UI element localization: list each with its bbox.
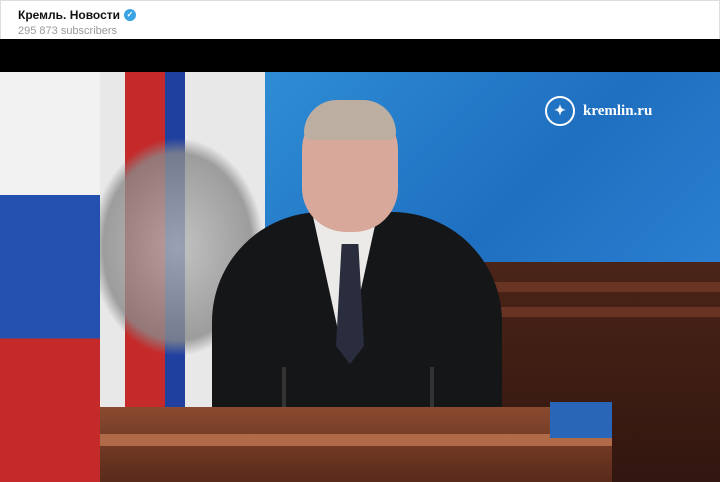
watermark-text: kremlin.ru [583, 102, 653, 119]
video-frame[interactable]: ✦ kremlin.ru [0, 72, 720, 482]
channel-header[interactable]: Кремль. Новости ✓ 295 873 subscribers [0, 0, 720, 39]
subscriber-count: 295 873 subscribers [18, 25, 118, 37]
eagle-emblem-icon: ✦ [545, 96, 575, 126]
speaker-hair [304, 100, 396, 140]
channel-title[interactable]: Кремль. Новости ✓ [18, 8, 137, 22]
verified-check-icon: ✓ [124, 9, 137, 21]
podium-panel [550, 402, 612, 438]
channel-name: Кремль. Новости [18, 8, 121, 22]
watermark: ✦ kremlin.ru [545, 96, 652, 126]
russian-flag [0, 72, 100, 482]
podium-edge [100, 434, 612, 446]
